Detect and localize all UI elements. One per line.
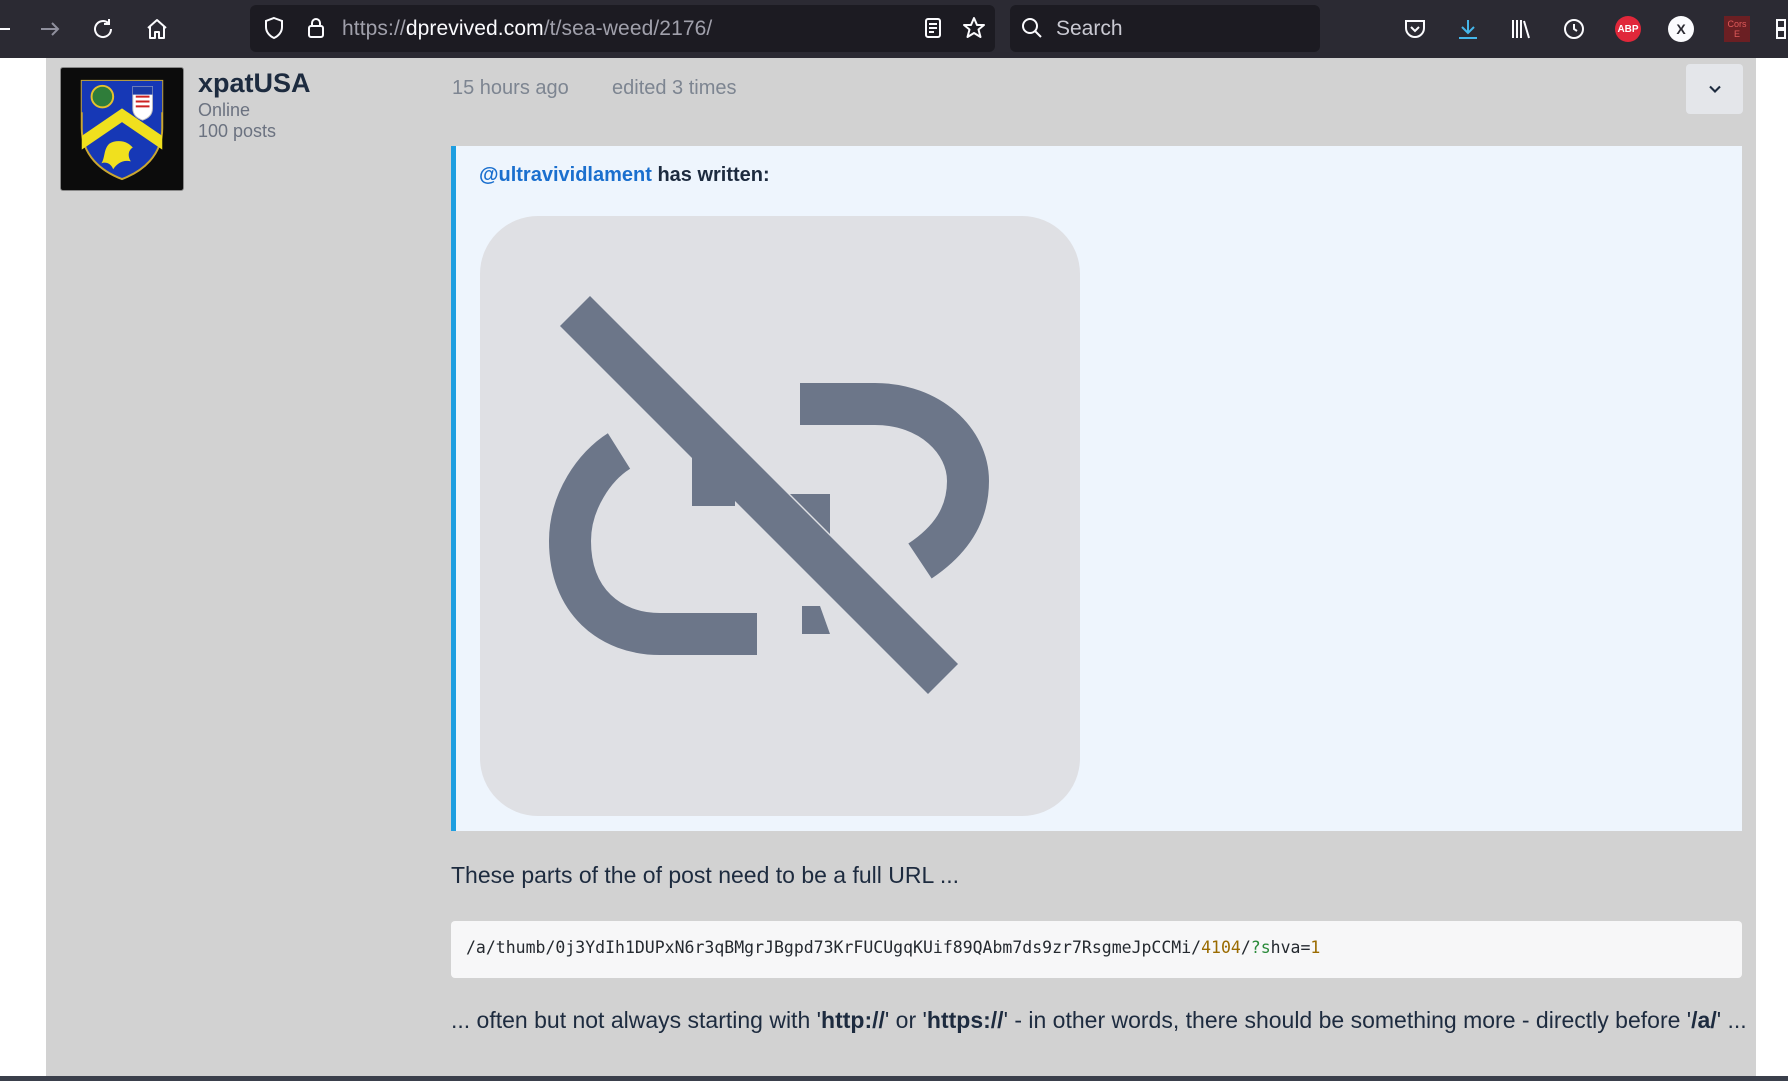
browser-toolbar: https://dprevived.com/t/sea-weed/2176/ S… xyxy=(0,0,1788,58)
chevron-down-icon xyxy=(1708,85,1721,93)
para2-bold-http: http:// xyxy=(821,1007,885,1033)
forward-icon[interactable] xyxy=(34,13,66,45)
reload-icon[interactable] xyxy=(87,13,119,45)
para2-text-4: ' ... xyxy=(1716,1007,1747,1033)
post-paragraph-1: These parts of the of post need to be a … xyxy=(451,862,959,888)
address-bar[interactable]: https://dprevived.com/t/sea-weed/2176/ xyxy=(250,5,995,52)
back-icon[interactable] xyxy=(0,13,16,45)
avatar[interactable] xyxy=(60,67,184,191)
broken-link-icon xyxy=(548,296,990,694)
post-paragraph-2: ... often but not always starting with '… xyxy=(451,1006,1751,1035)
search-placeholder: Search xyxy=(1056,17,1123,40)
code-block: /a/thumb/0j3YdIh1DUPxN6r3qBMgrJBgpd73KrF… xyxy=(451,921,1742,978)
para2-text-2: ' or ' xyxy=(884,1007,927,1033)
post-menu-button[interactable] xyxy=(1686,64,1743,114)
code-path: /a/thumb/0j3YdIh1DUPxN6r3qBMgrJBgpd73KrF… xyxy=(466,938,1202,957)
url-scheme: https:// xyxy=(342,17,406,40)
pocket-icon[interactable] xyxy=(1399,13,1431,45)
author-status: Online xyxy=(198,100,251,120)
x-extension-icon[interactable]: X xyxy=(1665,13,1697,45)
code-number: 4104 xyxy=(1201,938,1241,957)
shield-icon[interactable] xyxy=(258,12,290,44)
author-post-count: 100 posts xyxy=(198,121,277,141)
search-icon xyxy=(1016,12,1048,44)
code-separator: / xyxy=(1240,938,1251,957)
page-content: xpatUSA Online 100 posts 15 hours ago ed… xyxy=(0,58,1788,1076)
quote-mention-link[interactable]: @ultravividlament xyxy=(479,164,652,186)
code-query-mark: ?s xyxy=(1250,938,1271,957)
history-clock-icon[interactable] xyxy=(1558,13,1590,45)
url-domain: dprevived.com xyxy=(405,17,544,40)
library-icon[interactable] xyxy=(1505,13,1537,45)
para2-text-3: ' - in other words, there should be some… xyxy=(1003,1007,1692,1033)
cors-extension-icon[interactable]: Cors E xyxy=(1721,13,1753,45)
forum-post: xpatUSA Online 100 posts 15 hours ago ed… xyxy=(46,58,1756,1076)
url-path: /t/sea-weed/2176/ xyxy=(543,17,713,40)
bookmark-star-icon[interactable] xyxy=(958,12,990,44)
author-username[interactable]: xpatUSA xyxy=(198,68,311,99)
os-taskbar-edge xyxy=(0,1076,1788,1081)
coat-of-arms-icon xyxy=(80,79,164,181)
download-icon[interactable] xyxy=(1452,13,1484,45)
x-badge: X xyxy=(1668,16,1694,42)
para2-bold-path: /a/ xyxy=(1691,1007,1717,1033)
lock-icon[interactable] xyxy=(300,12,332,44)
post-timestamp[interactable]: 15 hours ago xyxy=(452,77,569,100)
para2-text-1: ... often but not always starting with ' xyxy=(451,1007,822,1033)
broken-image-placeholder xyxy=(480,216,1080,816)
post-edit-count[interactable]: edited 3 times xyxy=(612,77,737,100)
home-icon[interactable] xyxy=(141,13,173,45)
extensions-menu-icon[interactable] xyxy=(1770,13,1788,45)
code-value: 1 xyxy=(1310,938,1321,957)
url-text[interactable]: https://dprevived.com/t/sea-weed/2176/ xyxy=(342,17,712,41)
adblock-badge: ABP xyxy=(1615,16,1641,42)
adblock-extension-icon[interactable]: ABP xyxy=(1612,13,1644,45)
quote-attribution-suffix: has written: xyxy=(651,164,770,186)
para2-bold-https: https:// xyxy=(926,1007,1004,1033)
cors-badge: Cors E xyxy=(1724,16,1750,42)
reader-view-icon[interactable] xyxy=(917,12,949,44)
code-param: hva= xyxy=(1270,938,1311,957)
quote-attribution: @ultravividlament has written: xyxy=(479,164,770,187)
search-bar[interactable]: Search xyxy=(1010,5,1320,52)
quote-block: @ultravividlament has written: xyxy=(451,146,1742,831)
